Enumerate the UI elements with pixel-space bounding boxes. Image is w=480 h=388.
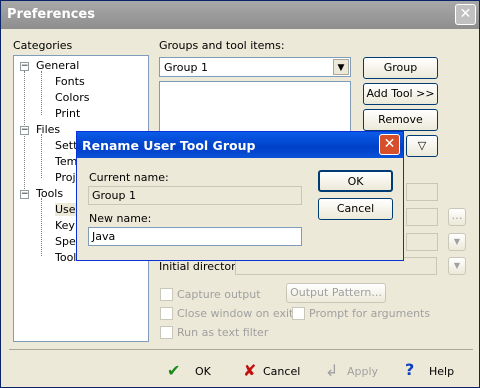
collapse-icon[interactable]: − <box>20 126 29 135</box>
disabled-field <box>406 233 438 251</box>
title-bar[interactable]: Preferences ✕ <box>1 1 479 29</box>
ok-label: OK <box>195 365 211 378</box>
help-label: Help <box>429 365 455 378</box>
help-button[interactable]: ? Help <box>403 360 459 383</box>
new-name-value: Java <box>92 230 116 243</box>
apply-icon: ↲ <box>325 361 339 380</box>
categories-label: Categories <box>13 39 73 52</box>
dialog-ok-button[interactable]: OK <box>318 170 393 192</box>
close-icon[interactable]: ✕ <box>455 4 476 25</box>
group-name-button[interactable]: Group Name... <box>363 57 438 94</box>
tree-item-colors[interactable]: Colors <box>55 91 89 104</box>
collapse-icon[interactable]: − <box>20 190 29 199</box>
new-name-input[interactable]: Java <box>88 227 302 246</box>
tree-item-general[interactable]: General <box>36 59 79 72</box>
help-icon: ? <box>405 360 415 379</box>
browse-icon: … <box>448 208 466 226</box>
current-name-field: Group 1 <box>88 186 302 205</box>
capture-output-label: Capture output <box>177 288 261 301</box>
group-select-value: Group 1 <box>164 61 208 74</box>
collapse-icon[interactable]: − <box>20 62 29 71</box>
prompt-args-label: Prompt for arguments <box>309 307 431 320</box>
prompt-args-checkbox <box>292 307 305 320</box>
apply-label: Apply <box>347 365 379 378</box>
apply-button: ↲ Apply <box>323 361 379 383</box>
checkmark-icon: ✔ <box>167 361 181 380</box>
chevron-down-icon[interactable]: ▼ <box>333 59 349 75</box>
current-name-value: Group 1 <box>92 189 136 202</box>
footer-divider <box>9 349 473 350</box>
dialog-cancel-button[interactable]: Cancel <box>318 198 393 220</box>
tree-item-print[interactable]: Print <box>55 107 80 120</box>
tree-item-spell[interactable]: Spe <box>55 235 76 248</box>
close-window-label: Close window on exit <box>177 307 294 320</box>
close-icon[interactable]: ✕ <box>379 134 400 155</box>
capture-output-checkbox <box>160 288 173 301</box>
disabled-field <box>406 208 438 226</box>
chevron-down-icon: ▼ <box>448 233 466 251</box>
chevron-down-icon: ▼ <box>448 257 466 275</box>
rename-dialog: Rename User Tool Group ✕ Current name: G… <box>76 131 404 261</box>
tree-item-keyboard[interactable]: Key <box>55 219 75 232</box>
tree-item-templates[interactable]: Tem <box>55 155 77 168</box>
dialog-title-bar[interactable]: Rename User Tool Group ✕ <box>77 132 403 158</box>
groups-label: Groups and tool items: <box>159 39 285 52</box>
group-select[interactable]: Group 1 ▼ <box>159 57 351 77</box>
run-filter-checkbox <box>160 326 173 339</box>
tree-item-projects[interactable]: Proj <box>55 171 76 184</box>
add-tool-button[interactable]: Add Tool >> <box>363 83 438 105</box>
dialog-title: Rename User Tool Group <box>82 138 256 153</box>
run-filter-label: Run as text filter <box>177 326 269 339</box>
output-pattern-button: Output Pattern... <box>286 283 386 303</box>
close-window-checkbox <box>160 307 173 320</box>
cancel-label: Cancel <box>263 365 301 378</box>
tree-item-files[interactable]: Files <box>36 123 60 136</box>
ok-button[interactable]: ✔ OK <box>163 361 223 383</box>
remove-button[interactable]: Remove <box>363 109 438 131</box>
new-name-label: New name: <box>89 212 152 225</box>
disabled-field <box>406 183 438 201</box>
tree-item-tools[interactable]: Tools <box>36 187 63 200</box>
tree-item-fonts[interactable]: Fonts <box>55 75 85 88</box>
preferences-window: Preferences ✕ Categories − General Fonts… <box>0 0 480 388</box>
window-title: Preferences <box>7 7 95 22</box>
x-mark-icon: ✘ <box>243 361 257 380</box>
current-name-label: Current name: <box>89 171 169 184</box>
cancel-button[interactable]: ✘ Cancel <box>241 361 305 383</box>
initial-directory-label: Initial directory: <box>159 260 246 273</box>
move-down-icon[interactable]: ▽ <box>406 135 438 157</box>
